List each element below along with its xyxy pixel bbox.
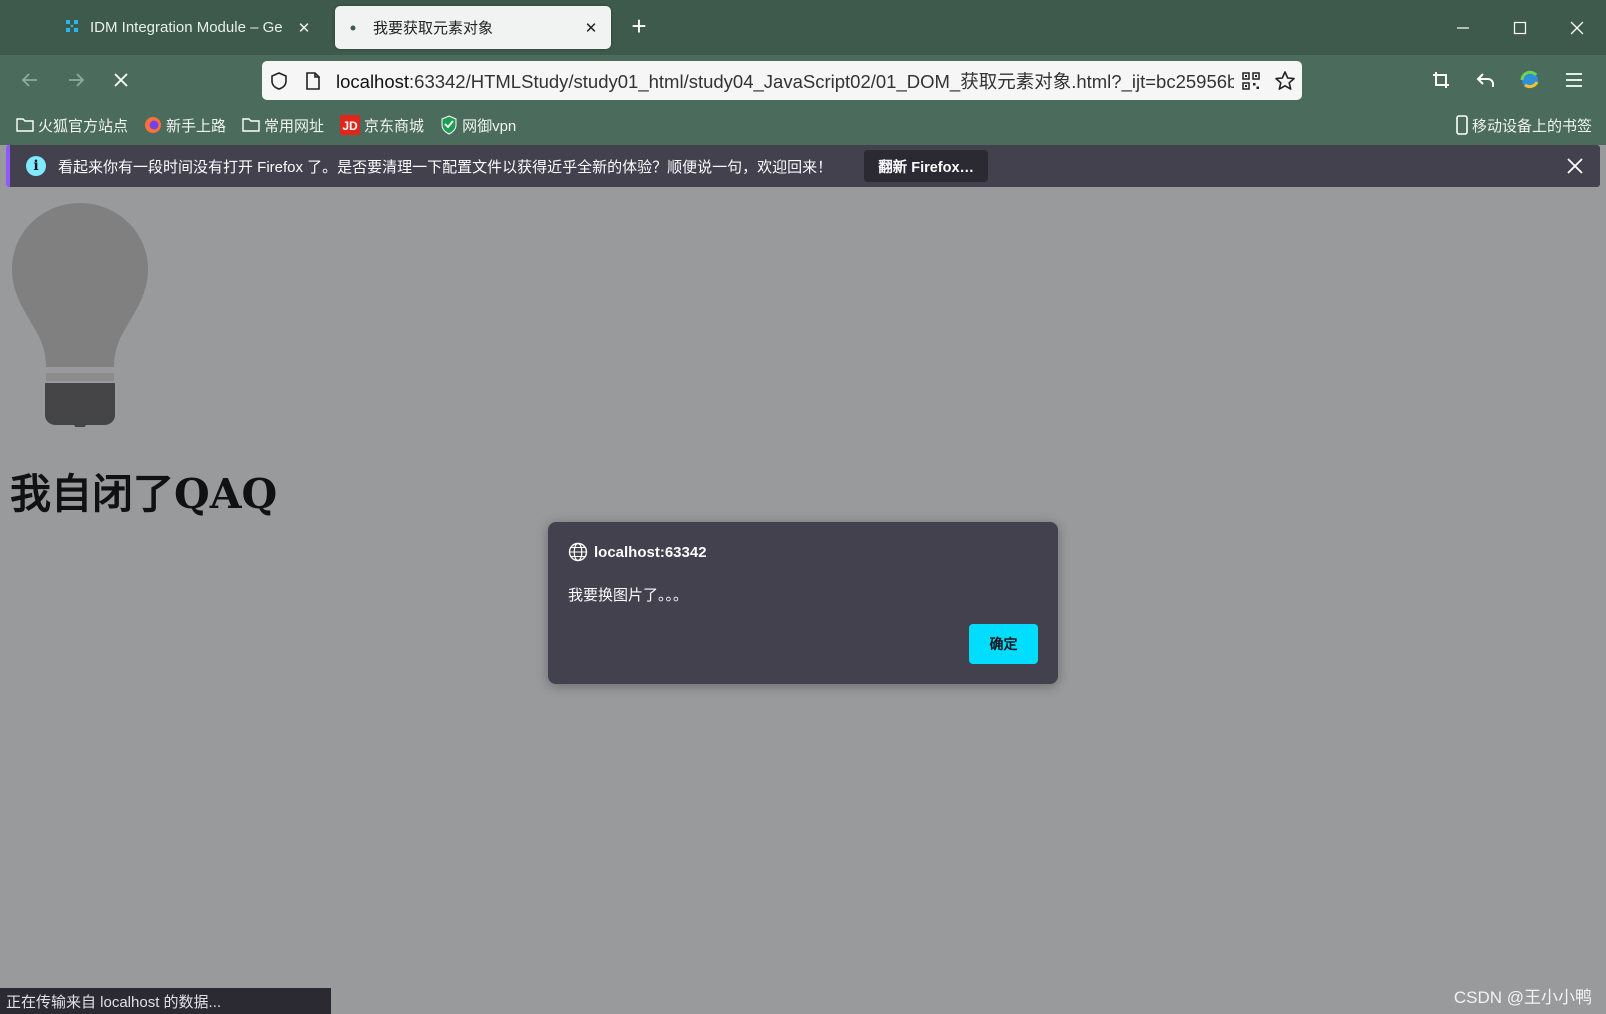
screenshot-icon[interactable] — [1423, 63, 1459, 97]
tab-title: 我要获取元素对象 — [373, 20, 494, 37]
back-button[interactable] — [12, 63, 48, 97]
minimize-button[interactable] — [1435, 0, 1491, 55]
tracking-protection-icon[interactable] — [262, 64, 296, 98]
loading-dot-icon — [345, 18, 365, 38]
lightbulb-image — [10, 201, 150, 432]
bookmark-label: 常用网址 — [264, 117, 325, 135]
page-info-icon[interactable] — [296, 64, 330, 98]
tab-idm[interactable]: IDM Integration Module – Ge ✕ — [52, 6, 324, 49]
puzzle-icon — [62, 18, 82, 38]
mobile-bookmarks[interactable]: 移动设备上的书签 — [1455, 111, 1592, 139]
jd-icon: JD — [340, 115, 361, 135]
tab-strip: IDM Integration Module – Ge ✕ 我要获取元素对象 ✕… — [0, 0, 1606, 55]
bookmark-item[interactable]: 火狐官方站点 — [16, 111, 128, 139]
close-tab-icon[interactable]: ✕ — [294, 18, 314, 38]
undo-icon[interactable] — [1468, 63, 1504, 97]
url-path: :63342/HTMLStudy/study01_html/study04_Ja… — [409, 70, 1234, 92]
folder-icon — [242, 117, 260, 133]
page-heading: 我自闭了QAQ — [10, 470, 278, 518]
close-icon[interactable] — [1562, 153, 1588, 179]
close-tab-icon[interactable]: ✕ — [581, 18, 601, 38]
tab-active[interactable]: 我要获取元素对象 ✕ — [335, 6, 611, 49]
bookmarks-toolbar: 火狐官方站点 新手上路 常用网址 JD 京东商城 网御vpn 移动设备上的书签 — [0, 105, 1606, 145]
refresh-notification-bar: i 看起来你有一段时间没有打开 Firefox 了。是否要清理一下配置文件以获得… — [6, 145, 1600, 187]
mobile-device-icon — [1455, 115, 1469, 135]
address-bar[interactable]: localhost:63342/HTMLStudy/study01_html/s… — [262, 61, 1302, 100]
firefox-icon — [144, 116, 162, 134]
navigation-toolbar: localhost:63342/HTMLStudy/study01_html/s… — [0, 55, 1606, 105]
dialog-message: 我要换图片了。。。 — [568, 587, 689, 604]
bookmark-star-icon[interactable] — [1268, 64, 1302, 98]
bookmark-item[interactable]: 新手上路 — [144, 111, 226, 139]
bookmark-item[interactable]: 网御vpn — [440, 111, 516, 139]
maximize-button[interactable] — [1492, 0, 1548, 55]
bookmark-item[interactable]: JD 京东商城 — [340, 111, 424, 139]
bookmark-label: 新手上路 — [166, 117, 227, 135]
bookmark-item[interactable]: 常用网址 — [242, 111, 324, 139]
status-bar: 正在传输来自 localhost 的数据... — [0, 988, 331, 1014]
dialog-origin: localhost:63342 — [594, 543, 707, 561]
close-window-button[interactable] — [1549, 0, 1605, 55]
stop-button[interactable] — [103, 63, 139, 97]
folder-icon — [16, 117, 34, 133]
bookmark-label: 京东商城 — [364, 117, 425, 135]
mobile-bookmarks-label: 移动设备上的书签 — [1471, 117, 1592, 135]
info-icon: i — [26, 156, 46, 176]
shield-icon — [440, 115, 458, 135]
url-host: localhost — [336, 70, 410, 92]
dialog-header: localhost:63342 — [568, 542, 707, 562]
svg-text:JD: JD — [342, 119, 358, 133]
url-text[interactable]: localhost:63342/HTMLStudy/study01_html/s… — [330, 68, 1234, 94]
browser-window: IDM Integration Module – Ge ✕ 我要获取元素对象 ✕… — [0, 0, 1606, 1014]
qr-code-icon[interactable] — [1234, 64, 1268, 98]
new-tab-button[interactable]: + — [624, 12, 654, 42]
forward-button[interactable] — [58, 63, 94, 97]
notification-message: 看起来你有一段时间没有打开 Firefox 了。是否要清理一下配置文件以获得近乎… — [58, 158, 833, 176]
refresh-firefox-button[interactable]: 翻新 Firefox… — [864, 150, 989, 182]
watermark: CSDN @王小小鸭 — [1453, 988, 1592, 1007]
idm-extension-icon[interactable] — [1512, 63, 1548, 97]
alert-dialog: localhost:63342 我要换图片了。。。 确定 — [548, 522, 1058, 684]
menu-icon[interactable] — [1556, 63, 1592, 97]
bookmark-label: 火狐官方站点 — [38, 117, 129, 135]
ok-button[interactable]: 确定 — [969, 624, 1038, 664]
tab-title: IDM Integration Module – Ge — [90, 19, 283, 36]
globe-icon — [568, 542, 588, 562]
bookmark-label: 网御vpn — [462, 117, 517, 135]
